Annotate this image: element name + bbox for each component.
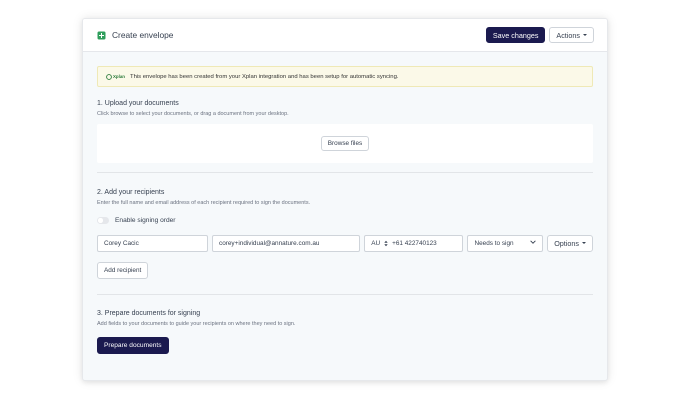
prepare-section-title: 3. Prepare documents for signing [97,309,201,317]
upload-section: 1. Upload your documents Click browse to… [97,100,593,163]
recipient-phone-input[interactable]: AU +61 422740123 [364,235,464,252]
recipient-name-input[interactable]: Corey Cacic [97,235,208,252]
upload-section-title: 1. Upload your documents [97,100,179,107]
page-title: Create envelope [112,30,174,40]
recipients-section: 2. Add your recipients Enter the full na… [97,189,593,279]
envelope-plus-icon [97,31,106,40]
document-dropzone[interactable]: Browse files [97,124,593,163]
signing-order-row: Enable signing order [97,217,593,224]
signing-order-label: Enable signing order [115,217,176,224]
chevron-down-icon [530,240,536,246]
recipient-options-button[interactable]: Options [547,235,593,252]
browse-files-button[interactable]: Browse files [320,135,370,152]
card-body: Xplan This envelope has been created fro… [83,52,607,354]
phone-number: +61 422740123 [392,239,437,247]
card-header: Create envelope Save changes Actions [83,19,607,52]
recipients-section-title: 2. Add your recipients [97,189,165,196]
actions-label: Actions [556,30,580,40]
caret-down-icon [583,34,587,36]
create-envelope-card: Create envelope Save changes Actions Xpl… [82,18,608,381]
section-divider [97,293,593,295]
country-code: AU [371,239,381,247]
save-changes-button[interactable]: Save changes [485,26,546,44]
section-divider [97,172,593,173]
recipients-section-description: Enter the full name and email address of… [97,200,311,206]
xplan-sync-alert: Xplan This envelope has been created fro… [97,66,593,87]
upload-section-description: Click browse to select your documents, o… [97,111,289,117]
prepare-documents-button[interactable]: Prepare documents [97,336,169,354]
add-recipient-button[interactable]: Add recipient [97,261,149,279]
country-select-updown-icon[interactable] [384,240,388,247]
prepare-section-description: Add fields to your documents to guide yo… [97,320,296,327]
prepare-section: 3. Prepare documents for signing Add fie… [97,310,593,354]
caret-down-icon [582,242,586,245]
recipient-row: Corey Cacic corey+individual@annature.co… [97,235,593,252]
actions-dropdown-button[interactable]: Actions [549,26,594,44]
recipient-role-select[interactable]: Needs to sign [467,235,544,252]
recipient-email-input[interactable]: corey+individual@annature.com.au [212,235,361,252]
alert-message: This envelope has been created from your… [129,73,399,80]
xplan-logo: Xplan [106,73,125,80]
signing-order-toggle[interactable] [97,217,109,224]
